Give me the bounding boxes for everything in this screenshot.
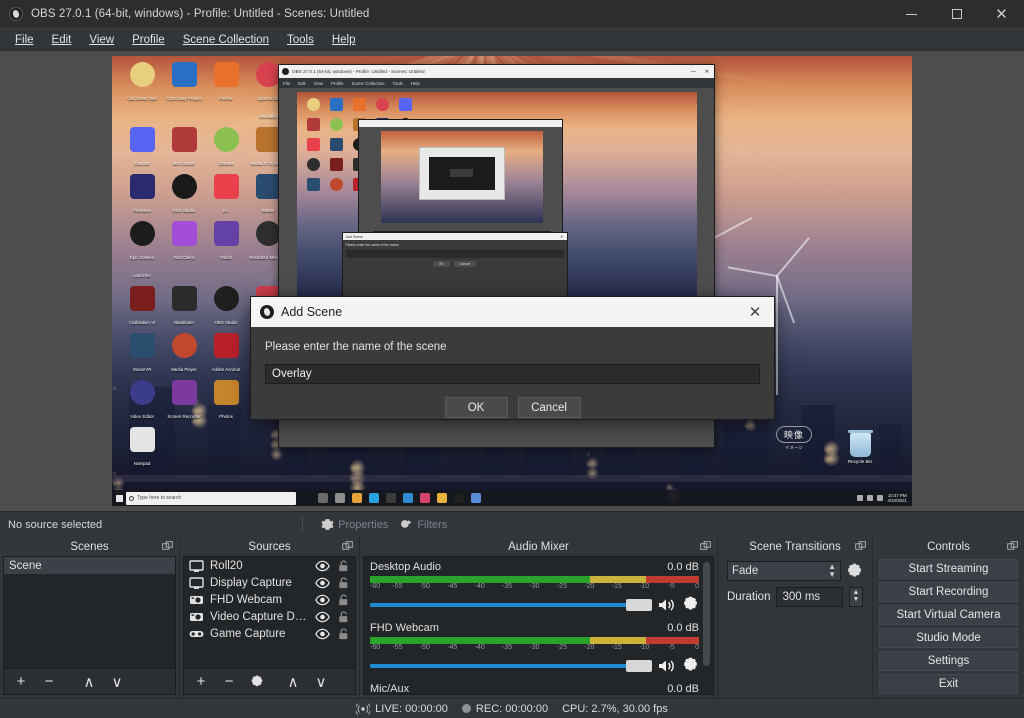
- obs-main-window: OBS 27.0.1 (64-bit, windows) - Profile: …: [0, 0, 1024, 718]
- dialog-close-button[interactable]: ✕: [740, 299, 770, 325]
- close-icon: ✕: [749, 303, 762, 321]
- dialog-cancel-button[interactable]: Cancel: [518, 397, 581, 418]
- obs-logo-icon: [260, 305, 274, 319]
- modal-overlay: Add Scene ✕ Please enter the name of the…: [0, 0, 1024, 718]
- dialog-title: Add Scene: [281, 305, 342, 319]
- scene-name-input[interactable]: Overlay: [265, 364, 760, 384]
- dialog-ok-button[interactable]: OK: [445, 397, 508, 418]
- add-scene-dialog: Add Scene ✕ Please enter the name of the…: [250, 296, 775, 420]
- dialog-title-bar: Add Scene ✕: [251, 297, 774, 327]
- scene-name-value: Overlay: [272, 368, 312, 380]
- dialog-prompt: Please enter the name of the scene: [265, 341, 760, 353]
